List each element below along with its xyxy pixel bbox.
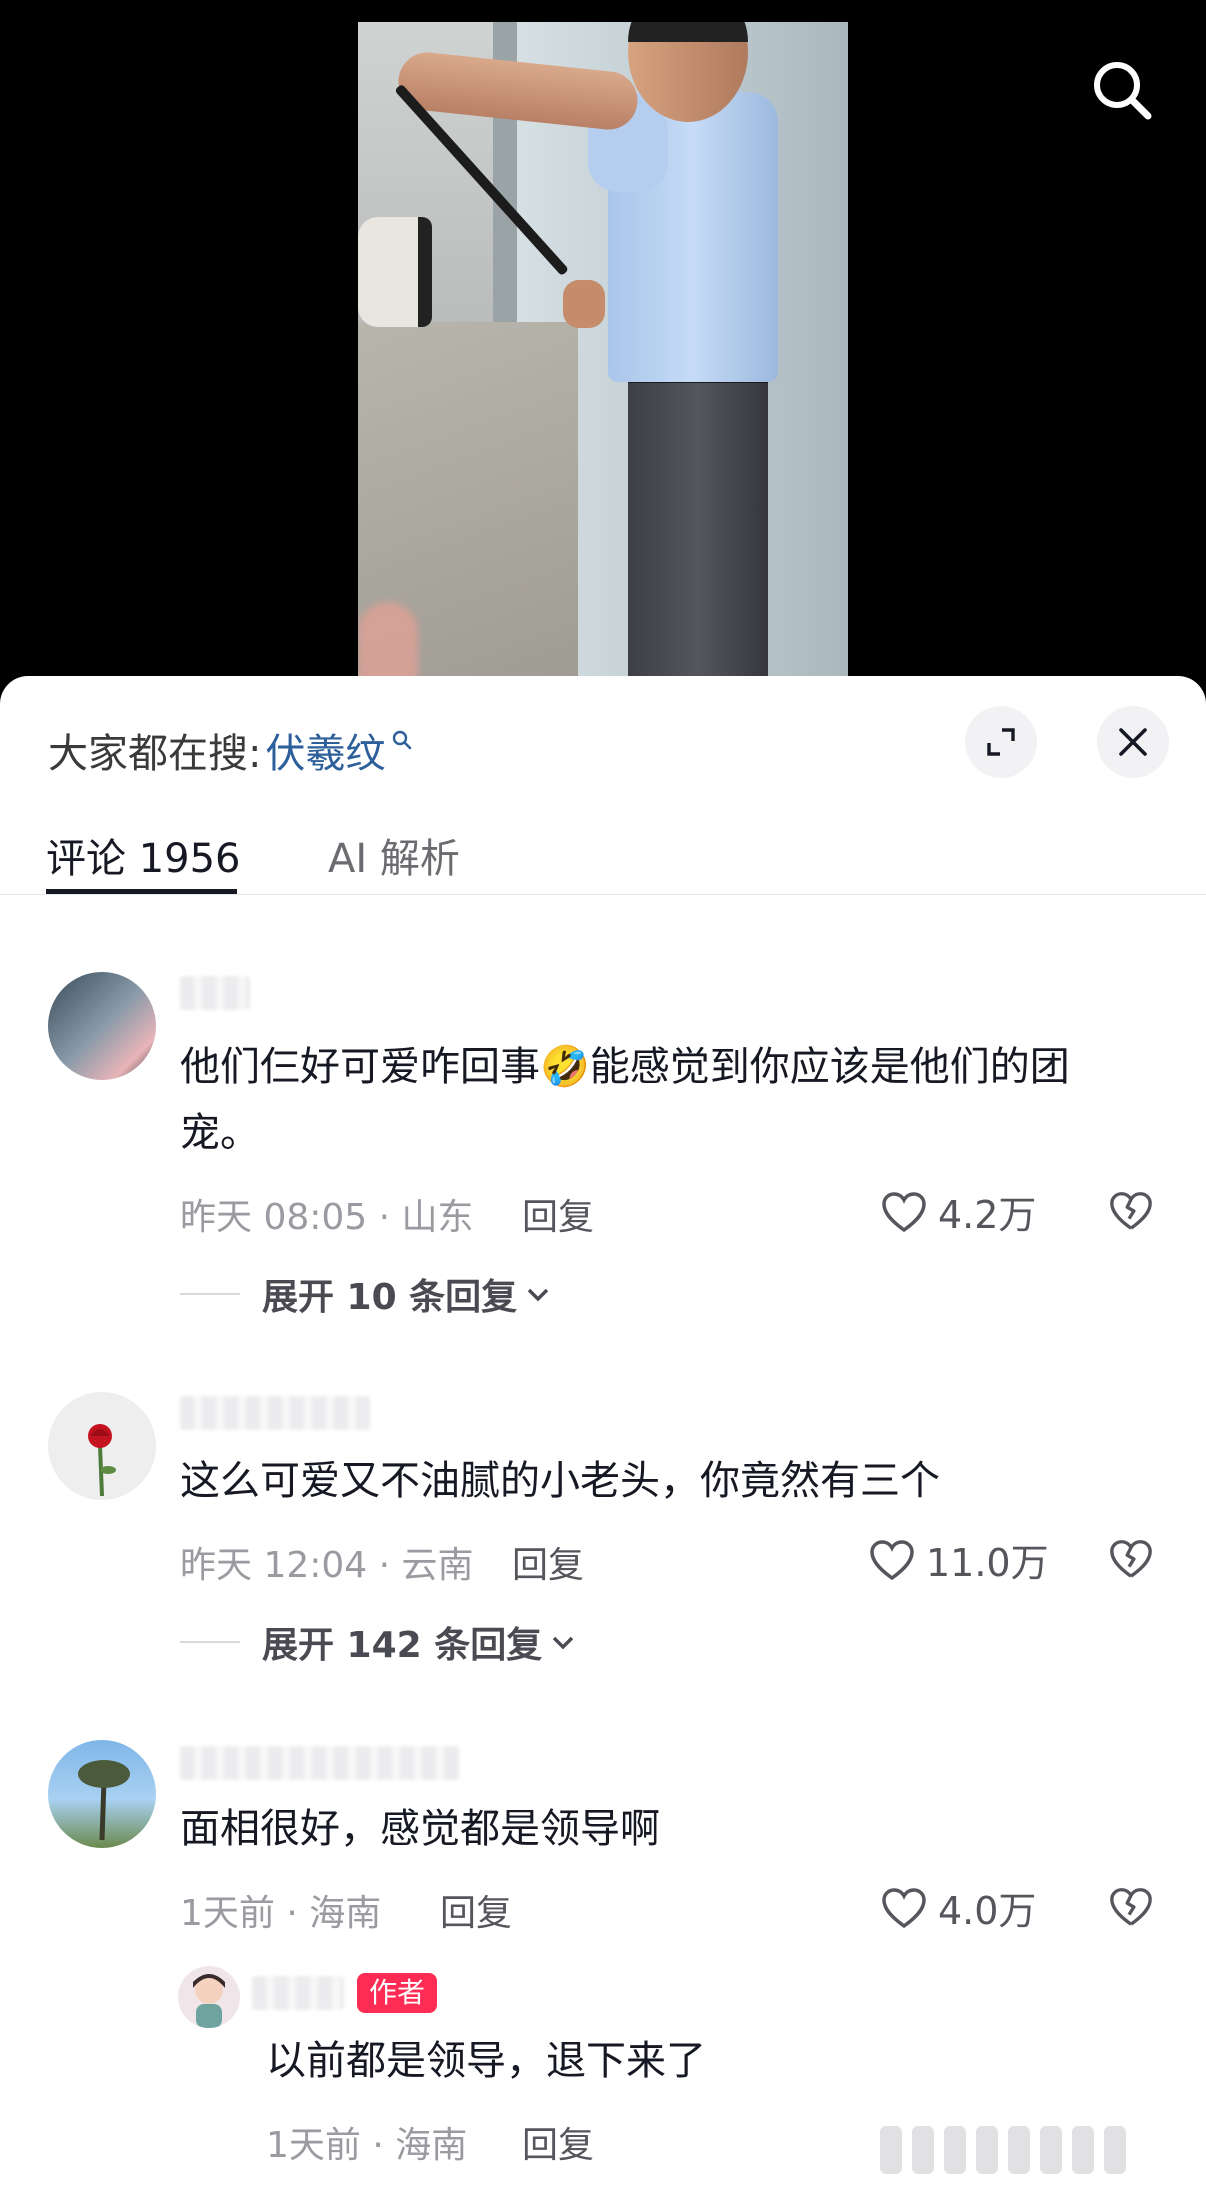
expand-button[interactable] [965, 706, 1037, 778]
active-tab-indicator [46, 889, 237, 894]
like-button[interactable]: 11.0万 [868, 1532, 1049, 1587]
broken-heart-icon[interactable] [1108, 1884, 1154, 1930]
reply-button[interactable]: 回复 [522, 2116, 594, 2168]
username-blurred[interactable] [180, 976, 250, 1010]
video-frame[interactable] [358, 22, 848, 700]
broken-heart-icon[interactable] [1108, 1536, 1154, 1582]
comment-text: 他们仨好可爱咋回事🤣能感觉到你应该是他们的团宠。 [180, 1044, 1070, 1156]
author-username-blurred[interactable] [252, 1976, 344, 2010]
heart-icon [870, 1539, 914, 1580]
expand-replies-label: 展开 142 条回复 [262, 1625, 543, 1666]
tree-icon [78, 1760, 130, 1841]
reply-meta: 1天前 · 海南 [266, 2125, 468, 2166]
trending-search-prefix: 大家都在搜: [48, 731, 262, 777]
tab-bar: 评论 1956 AI 解析 [0, 816, 1206, 895]
like-button[interactable]: 4.0万 [880, 1880, 1036, 1935]
reply-button[interactable]: 回复 [440, 1884, 512, 1936]
author-avatar[interactable] [178, 1966, 240, 2028]
watermark [880, 2120, 1200, 2180]
rose-icon [88, 1424, 116, 1497]
reply-button[interactable]: 回复 [522, 1188, 594, 1240]
trending-search-term[interactable]: 伏羲纹 [265, 721, 385, 779]
broken-heart-icon[interactable] [1108, 1188, 1154, 1234]
like-button[interactable]: 4.2万 [880, 1184, 1036, 1239]
tab-ai-analysis[interactable]: AI 解析 [328, 826, 460, 884]
tab-comments[interactable]: 评论 1956 [46, 826, 241, 884]
trending-search-hint[interactable]: 大家都在搜: 伏羲纹 [48, 720, 413, 780]
avatar[interactable] [48, 1392, 156, 1500]
username-blurred[interactable] [180, 1746, 460, 1780]
like-count: 11.0万 [926, 1541, 1049, 1585]
close-button[interactable] [1097, 706, 1169, 778]
search-icon [393, 730, 412, 750]
reply-button[interactable]: 回复 [512, 1536, 584, 1588]
chevron-down-icon [527, 1288, 549, 1302]
comment-meta: 昨天 08:05 · 山东 [180, 1197, 474, 1238]
heart-icon [882, 1191, 926, 1232]
like-count: 4.0万 [938, 1889, 1037, 1933]
close-icon [1119, 728, 1147, 756]
comment-text: 面相很好，感觉都是领导啊 [180, 1806, 660, 1852]
author-badge: 作者 [357, 1973, 437, 2013]
expand-replies-button[interactable]: 展开 142 条回复 [180, 1616, 576, 1668]
like-count: 4.2万 [938, 1193, 1037, 1237]
heart-icon [882, 1887, 926, 1928]
comment-text: 这么可爱又不油腻的小老头，你竟然有三个 [180, 1458, 940, 1504]
video-player[interactable] [0, 0, 1206, 700]
expand-replies-label: 展开 10 条回复 [262, 1277, 518, 1318]
reply-text: 以前都是领导，退下来了 [266, 2038, 706, 2084]
comment-sheet: 大家都在搜: 伏羲纹 评论 1956 AI 解析 他们仨好可爱咋回事🤣能感觉到你… [0, 676, 1206, 2196]
cartoon-avatar-icon [193, 1974, 225, 2028]
username-blurred[interactable] [180, 1396, 370, 1430]
expand-replies-button[interactable]: 展开 10 条回复 [180, 1268, 551, 1320]
chevron-down-icon [553, 1636, 574, 1650]
comment-meta: 昨天 12:04 · 云南 [180, 1545, 474, 1586]
expand-icon [987, 728, 1015, 756]
comment-meta: 1天前 · 海南 [180, 1893, 382, 1934]
avatar[interactable] [48, 1740, 156, 1848]
avatar[interactable] [48, 972, 156, 1080]
search-icon[interactable] [1090, 58, 1154, 122]
